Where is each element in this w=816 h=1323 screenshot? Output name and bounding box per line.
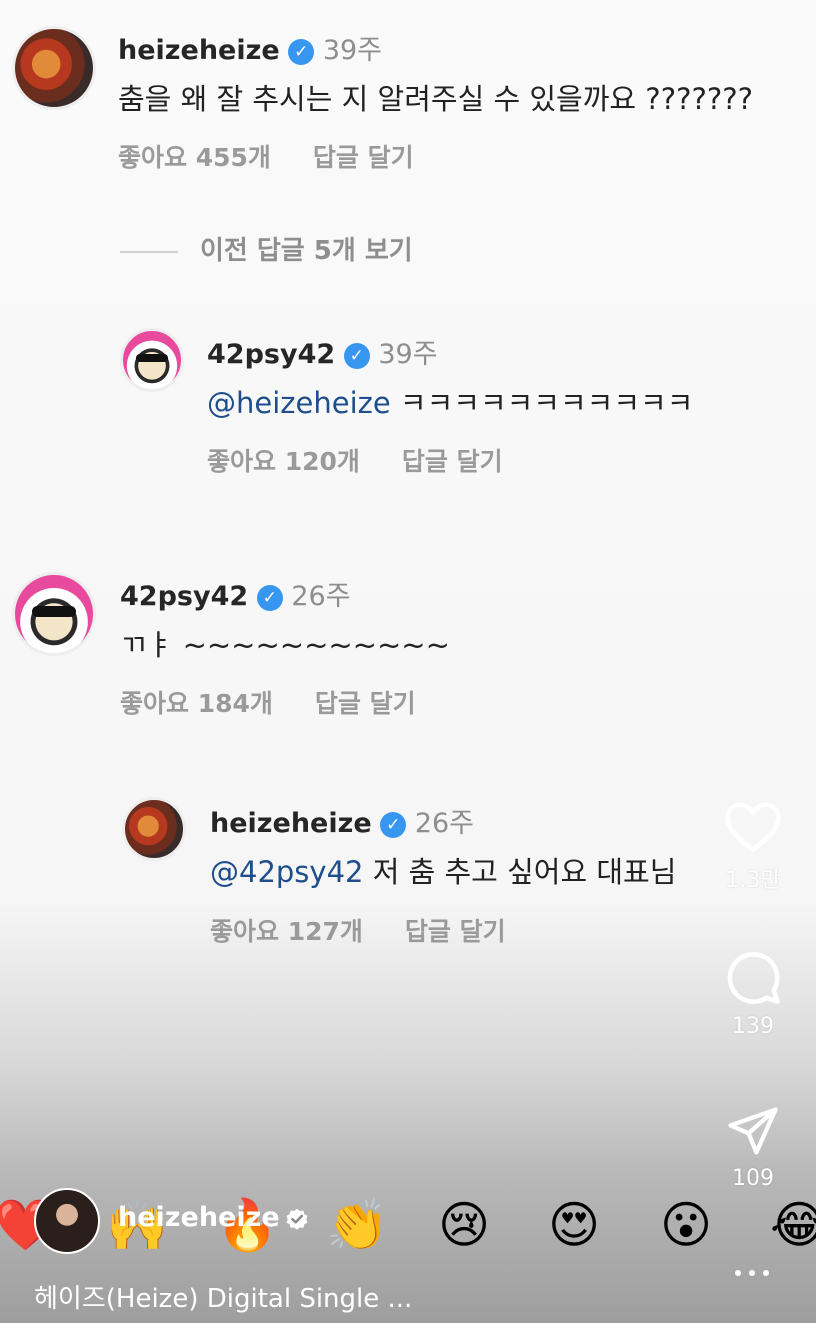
comment-time: 26주	[414, 808, 475, 839]
verified-badge-icon	[286, 1208, 308, 1230]
like-count-label: 1.3만	[725, 868, 781, 893]
avatar[interactable]	[12, 26, 96, 110]
comment-text: ㅋㅋㅋㅋㅋㅋㅋㅋㅋㅋㅋ	[390, 386, 694, 420]
comment-username[interactable]: heizeheize	[210, 808, 372, 839]
share-button[interactable]: 109	[716, 1104, 790, 1191]
like-count[interactable]: 좋아요 127개	[210, 917, 363, 946]
send-icon	[728, 1107, 778, 1155]
reply-button[interactable]: 답글 달기	[405, 917, 506, 946]
heart-icon	[725, 802, 781, 853]
reel-caption[interactable]: 헤이즈(Heize) Digital Single ...	[34, 1278, 412, 1315]
heart-eyes-emoji-icon[interactable]: 😍	[548, 1190, 600, 1260]
mention-link[interactable]: @42psy42	[210, 855, 363, 889]
more-options-icon[interactable]	[732, 1258, 772, 1288]
like-count[interactable]: 좋아요 120개	[207, 447, 360, 476]
clapping-hands-emoji-icon[interactable]: 👏	[326, 1190, 388, 1260]
comment-button[interactable]: 139	[716, 948, 790, 1039]
reply-button[interactable]: 답글 달기	[315, 689, 416, 718]
reel-screen: heizeheize ✓ 39주 춤을 왜 잘 추시는 지 알려주실 수 있을까…	[0, 0, 816, 1323]
comment-count-label: 139	[732, 1014, 774, 1039]
laughing-face-emoji-icon[interactable]: 😂	[770, 1190, 816, 1260]
comment-text: ㄲㅑ ~~~~~~~~~~~	[120, 628, 450, 662]
like-count[interactable]: 좋아요 455개	[118, 143, 271, 172]
comment-username[interactable]: 42psy42	[207, 339, 335, 370]
view-previous-label: 이전 답글 5개 보기	[200, 236, 413, 266]
avatar[interactable]	[12, 572, 96, 656]
reply-button[interactable]: 답글 달기	[402, 447, 503, 476]
comment-username[interactable]: 42psy42	[120, 581, 248, 612]
like-button[interactable]: 1.3만	[716, 800, 790, 894]
comment-text: 춤을 왜 잘 추시는 지 알려주실 수 있을까요 ???????	[118, 82, 754, 116]
surprised-face-emoji-icon[interactable]: 😮	[660, 1190, 712, 1260]
verified-badge-icon: ✓	[288, 38, 315, 65]
comment-username[interactable]: heizeheize	[118, 35, 280, 66]
author-username[interactable]: heizeheize	[118, 1202, 280, 1233]
reply-button[interactable]: 답글 달기	[313, 143, 414, 172]
comment-time: 26주	[291, 581, 351, 612]
verified-badge-icon: ✓	[256, 584, 283, 611]
verified-badge-icon: ✓	[343, 342, 370, 369]
avatar[interactable]	[120, 328, 184, 392]
view-previous-replies-button[interactable]: 이전 답글 5개 보기	[120, 230, 413, 267]
author-avatar[interactable]	[34, 1188, 100, 1254]
crying-face-emoji-icon[interactable]: 😢	[438, 1190, 490, 1260]
comment-time: 39주	[322, 35, 383, 66]
verified-badge-icon: ✓	[380, 811, 407, 838]
avatar[interactable]	[122, 797, 186, 861]
comment-time: 39주	[378, 339, 438, 370]
divider	[120, 250, 178, 253]
like-count[interactable]: 좋아요 184개	[120, 689, 273, 718]
share-count-label: 109	[732, 1166, 774, 1191]
comment-text: 저 춤 추고 싶어요 대표님	[363, 855, 677, 889]
mention-link[interactable]: @heizeheize	[207, 386, 391, 420]
comment-bubble-icon	[727, 952, 780, 1004]
